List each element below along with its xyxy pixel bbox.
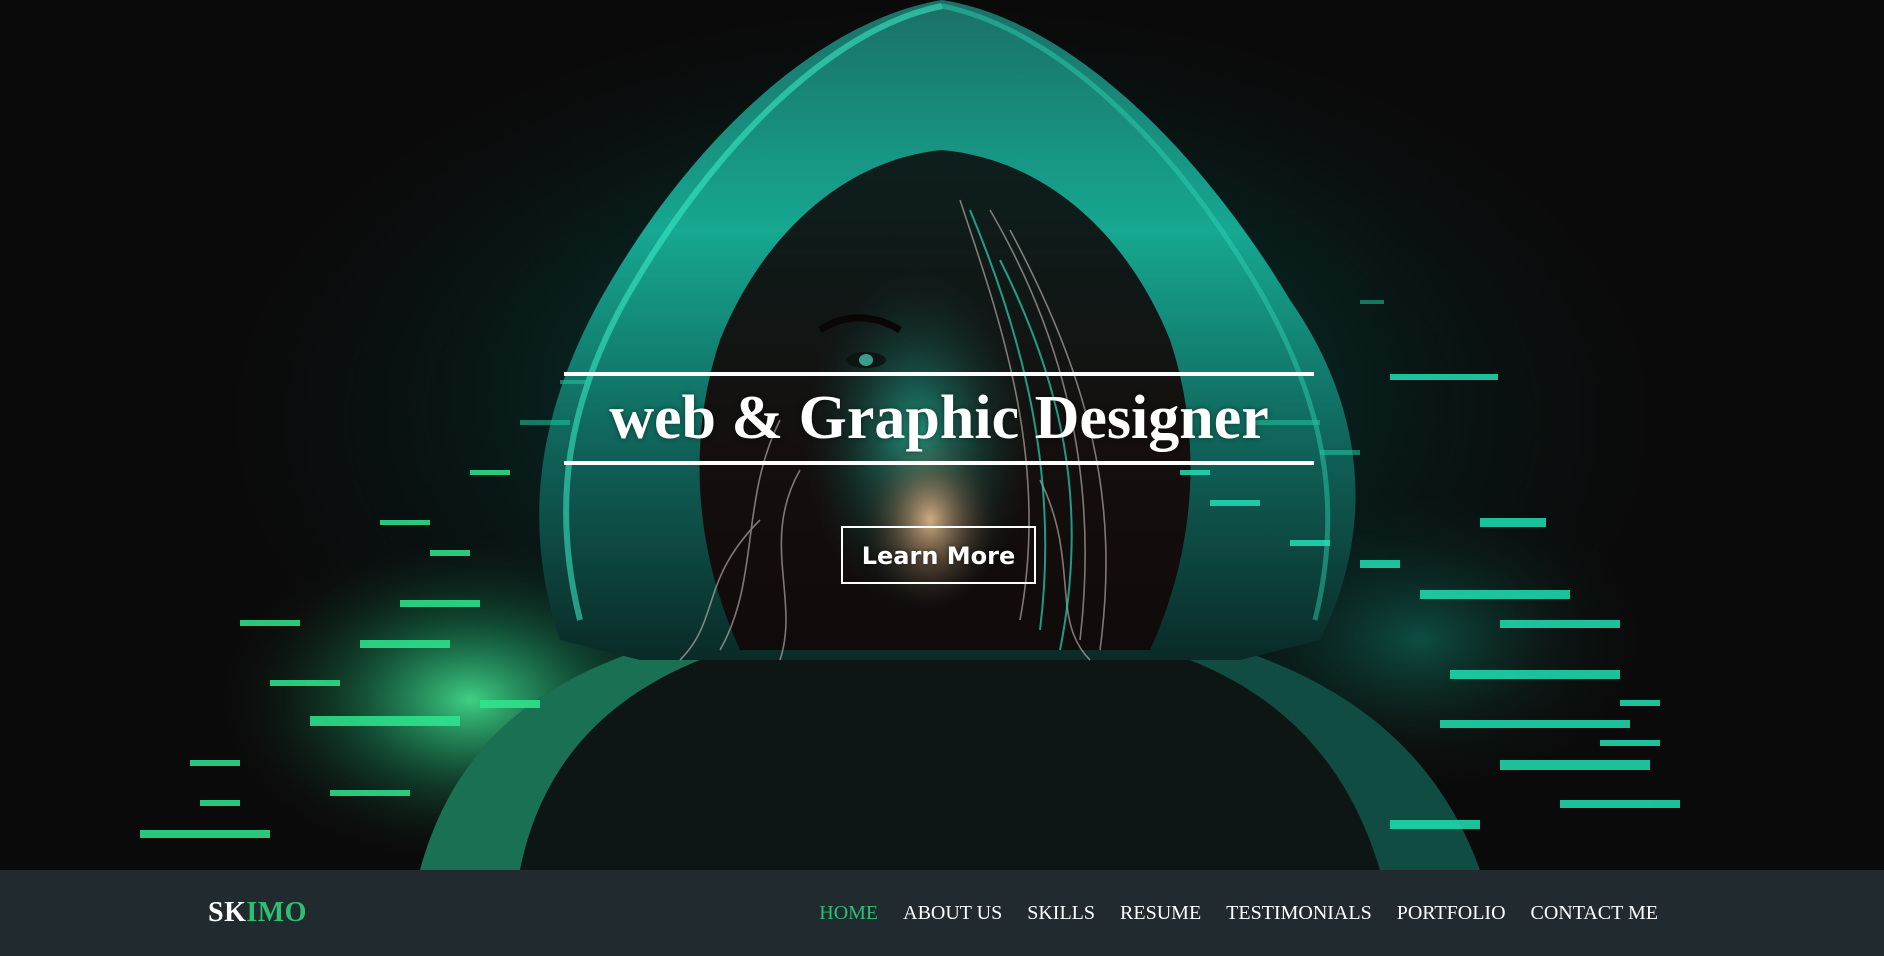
brand-logo-part-b: IMO [246,897,307,928]
nav-link-contact-me[interactable]: CONTACT ME [1531,902,1658,924]
page-root: web & Graphic Designer Learn More SKIMO … [0,0,1884,956]
nav-link-home[interactable]: HOME [819,902,878,924]
nav-link-skills[interactable]: SKILLS [1027,902,1095,924]
nav-item-skills: SKILLS [1027,902,1095,925]
nav-item-testimonials: TESTIMONIALS [1226,902,1372,925]
learn-more-button[interactable]: Learn More [841,526,1036,584]
navbar: SKIMO HOME ABOUT US SKILLS RESUME TESTIM… [0,870,1884,956]
nav-item-about-us: ABOUT US [903,902,1002,925]
nav-item-resume: RESUME [1120,902,1201,925]
headline-top-rule [564,372,1314,376]
nav-link-resume[interactable]: RESUME [1120,902,1201,924]
hero-headline: web & Graphic Designer [609,384,1269,452]
hero-section: web & Graphic Designer Learn More [0,0,1884,870]
hero-content: web & Graphic Designer Learn More [0,0,1884,870]
nav-item-portfolio: PORTFOLIO [1397,902,1506,925]
nav-links: HOME ABOUT US SKILLS RESUME TESTIMONIALS… [819,870,1658,956]
headline-bottom-rule [564,461,1314,465]
nav-item-contact-me: CONTACT ME [1531,902,1658,925]
nav-link-about-us[interactable]: ABOUT US [903,902,1002,924]
brand-logo[interactable]: SKIMO [208,870,307,956]
brand-logo-part-a: SK [208,897,247,928]
nav-item-home: HOME [819,902,878,925]
nav-link-portfolio[interactable]: PORTFOLIO [1397,902,1506,924]
nav-link-testimonials[interactable]: TESTIMONIALS [1226,902,1372,924]
